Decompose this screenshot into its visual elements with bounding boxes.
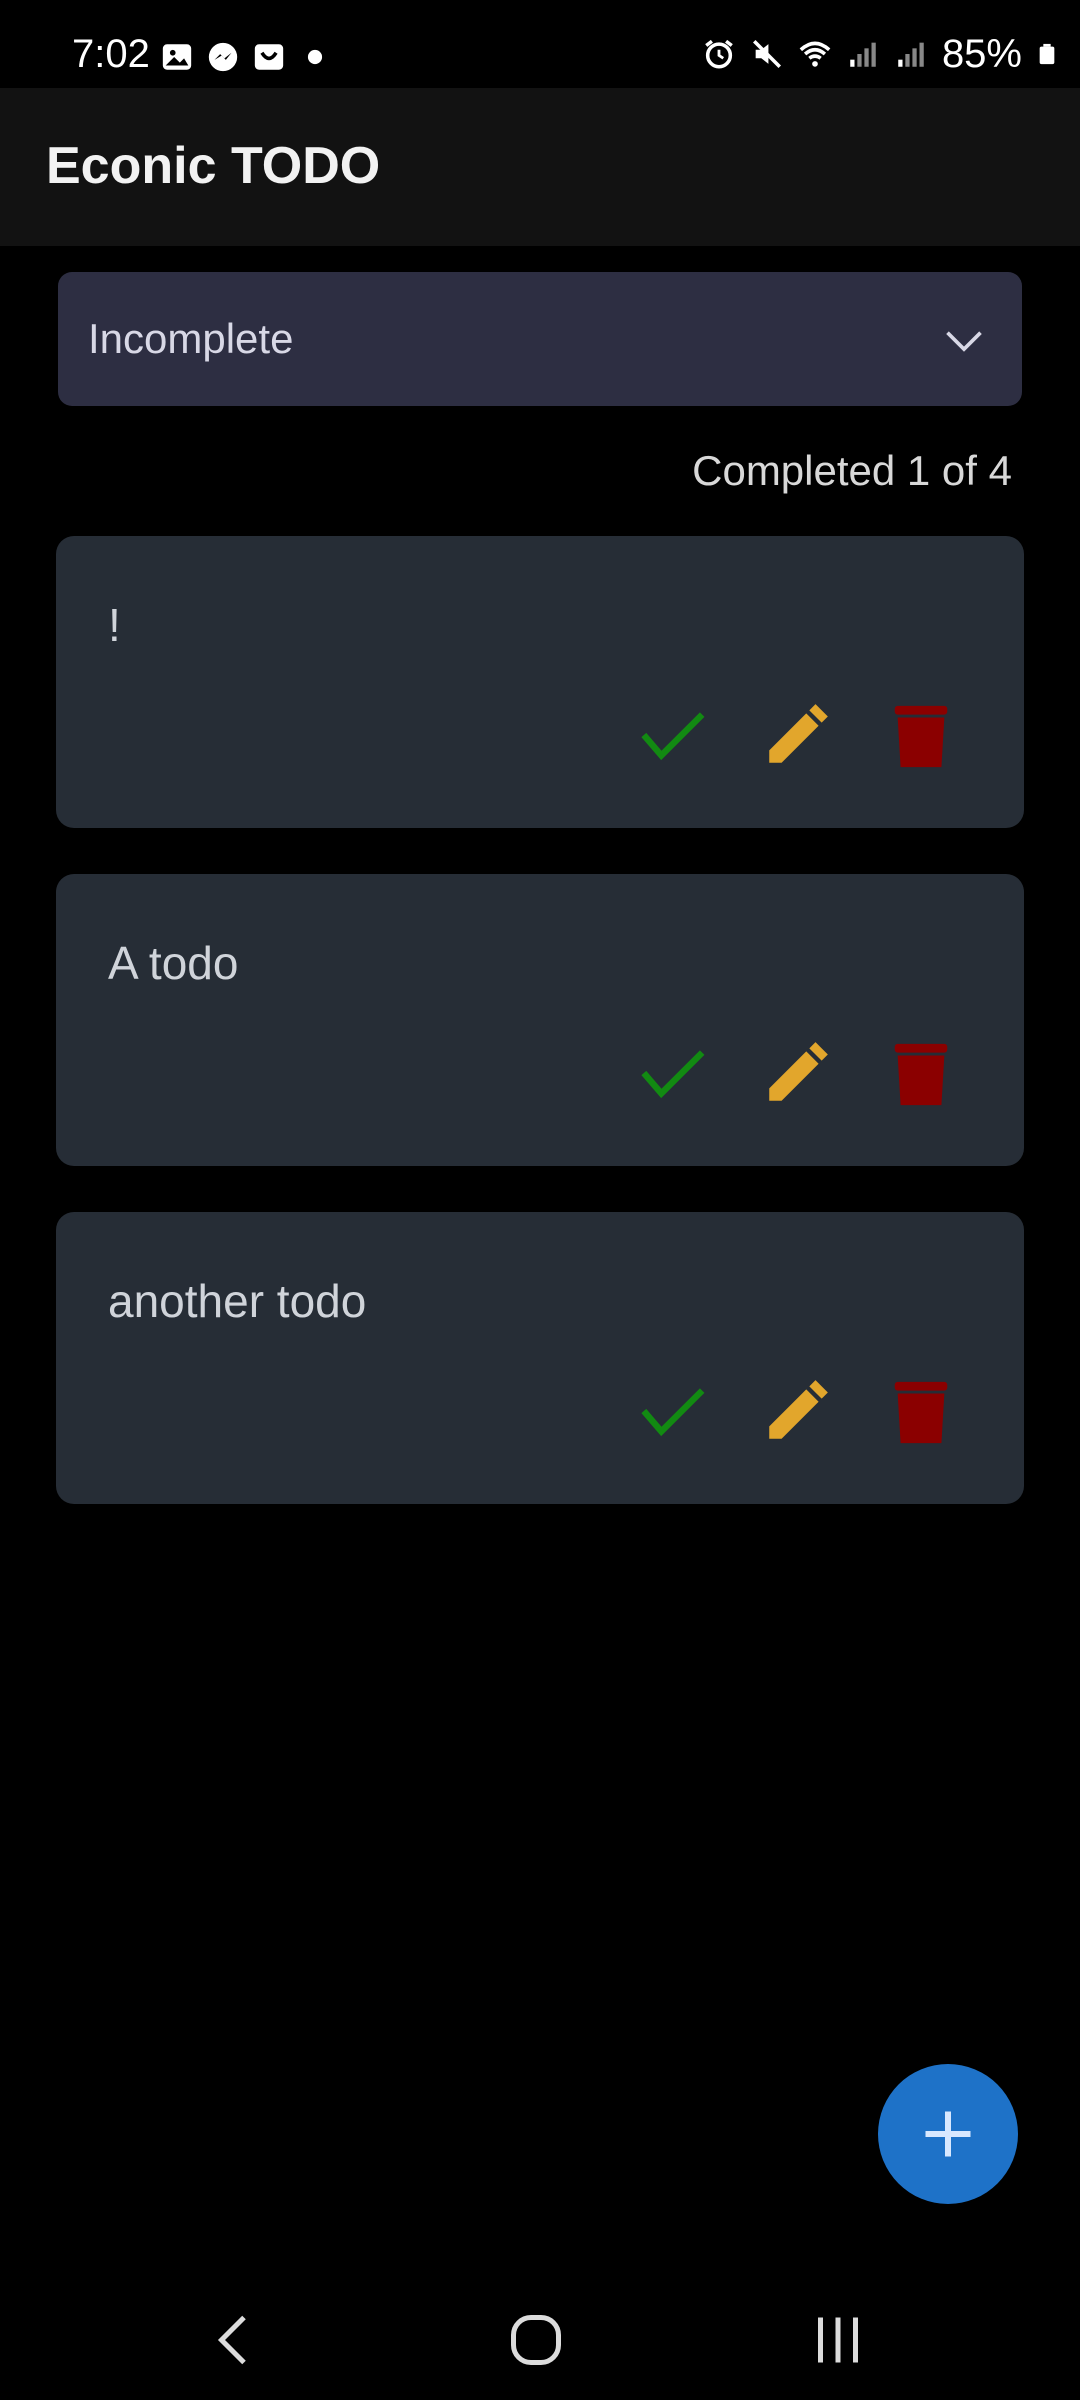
complete-button[interactable]	[634, 1034, 712, 1112]
home-icon[interactable]	[506, 2310, 566, 2370]
delete-button[interactable]	[882, 1034, 960, 1112]
status-left-icons	[160, 40, 332, 74]
status-right: 85%	[702, 34, 1058, 74]
system-nav-bar	[0, 2270, 1080, 2400]
filter-select[interactable]: Incomplete	[58, 272, 1022, 406]
chevron-down-icon	[946, 331, 982, 352]
todo-text: A todo	[108, 937, 239, 989]
battery-icon	[1039, 43, 1055, 65]
pencil-icon	[769, 1042, 828, 1101]
status-time: 7:02	[72, 32, 150, 76]
complete-button[interactable]	[634, 696, 712, 774]
edit-button[interactable]	[758, 1372, 836, 1450]
delete-button[interactable]	[882, 696, 960, 774]
status-bar: 7:02 85%	[0, 0, 1080, 88]
wifi-icon	[799, 41, 831, 67]
delete-button[interactable]	[882, 1372, 960, 1450]
edit-button[interactable]	[758, 696, 836, 774]
completed-count: Completed 1 of 4	[692, 447, 1012, 494]
app-bar: Econic TODO	[0, 88, 1080, 246]
battery-percent: 85%	[941, 32, 1022, 76]
gallery-icon	[162, 44, 192, 70]
signal-icon	[898, 42, 924, 67]
trash-icon	[894, 1043, 948, 1106]
alarm-icon	[705, 39, 733, 69]
todo-text: !	[108, 599, 121, 651]
add-todo-button[interactable]	[878, 2064, 1018, 2204]
trash-icon	[894, 1381, 948, 1444]
check-icon	[641, 712, 705, 761]
signal-icon	[850, 42, 876, 67]
check-icon	[641, 1050, 705, 1099]
store-icon	[254, 44, 284, 70]
todo-actions	[634, 696, 960, 774]
recents-icon[interactable]	[808, 2310, 868, 2370]
plus-icon	[925, 2111, 971, 2157]
back-icon[interactable]	[204, 2310, 264, 2370]
pencil-icon	[769, 704, 828, 763]
todo-text: another todo	[108, 1275, 367, 1327]
dot-icon	[307, 49, 323, 65]
filter-selected-value: Incomplete	[88, 315, 294, 362]
todo-actions	[634, 1372, 960, 1450]
app-title: Econic TODO	[46, 137, 381, 195]
check-icon	[641, 1388, 705, 1437]
todo-card: !	[56, 536, 1024, 828]
todo-card: another todo	[56, 1212, 1024, 1504]
edit-button[interactable]	[758, 1034, 836, 1112]
trash-icon	[894, 705, 948, 768]
pencil-icon	[769, 1380, 828, 1439]
mute-icon	[752, 39, 781, 69]
messenger-icon	[208, 42, 238, 72]
complete-button[interactable]	[634, 1372, 712, 1450]
todo-actions	[634, 1034, 960, 1112]
todo-card: A todo	[56, 874, 1024, 1166]
